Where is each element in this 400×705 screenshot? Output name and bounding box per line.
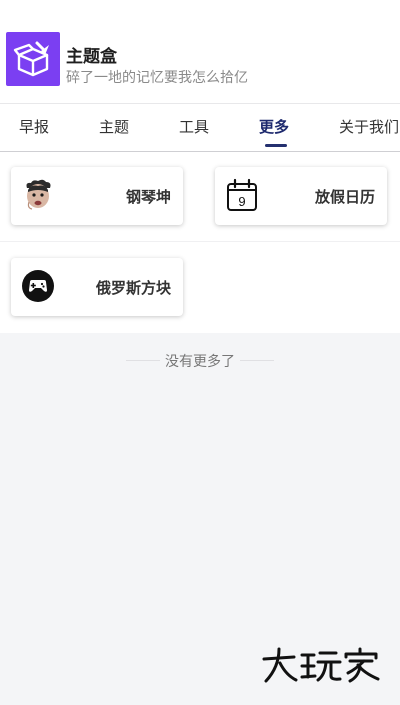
app-header: 主题盒 碎了一地的记忆要我怎么拾亿 <box>0 0 400 104</box>
tools-grid: 钢琴坤 9 放假日历 俄罗斯方块 <box>0 152 400 333</box>
page: 主题盒 碎了一地的记忆要我怎么拾亿 早报 主题 工具 更多 关于我们 钢琴坤 9… <box>0 0 400 705</box>
tab-about[interactable]: 关于我们 <box>339 116 399 137</box>
no-more-text: 没有更多了 <box>165 354 235 370</box>
cartoon-face-icon <box>21 178 55 212</box>
app-title: 主题盒 <box>66 47 117 67</box>
tab-daily[interactable]: 早报 <box>19 116 49 137</box>
divider-right <box>240 360 274 361</box>
card-label: 俄罗斯方块 <box>95 279 171 297</box>
gamepad-icon <box>21 269 55 303</box>
svg-text:9: 9 <box>238 194 245 209</box>
tab-more[interactable]: 更多 <box>259 116 289 137</box>
card-tetris[interactable]: 俄罗斯方块 <box>11 258 183 316</box>
card-label: 钢琴坤 <box>125 188 171 206</box>
card-label: 放假日历 <box>314 188 375 206</box>
watermark-logo <box>260 645 384 685</box>
app-logo <box>6 32 60 86</box>
box-logo-icon <box>13 41 49 77</box>
tab-bar: 早报 主题 工具 更多 关于我们 <box>0 104 400 152</box>
tab-tools[interactable]: 工具 <box>179 116 209 137</box>
active-tab-indicator <box>265 144 287 147</box>
tab-themes[interactable]: 主题 <box>99 116 129 137</box>
app-subtitle: 碎了一地的记忆要我怎么拾亿 <box>66 70 248 86</box>
card-holiday-calendar[interactable]: 9 放假日历 <box>215 167 387 225</box>
calendar-icon: 9 <box>225 178 259 212</box>
row-divider <box>0 241 400 242</box>
card-piano-kun[interactable]: 钢琴坤 <box>11 167 183 225</box>
